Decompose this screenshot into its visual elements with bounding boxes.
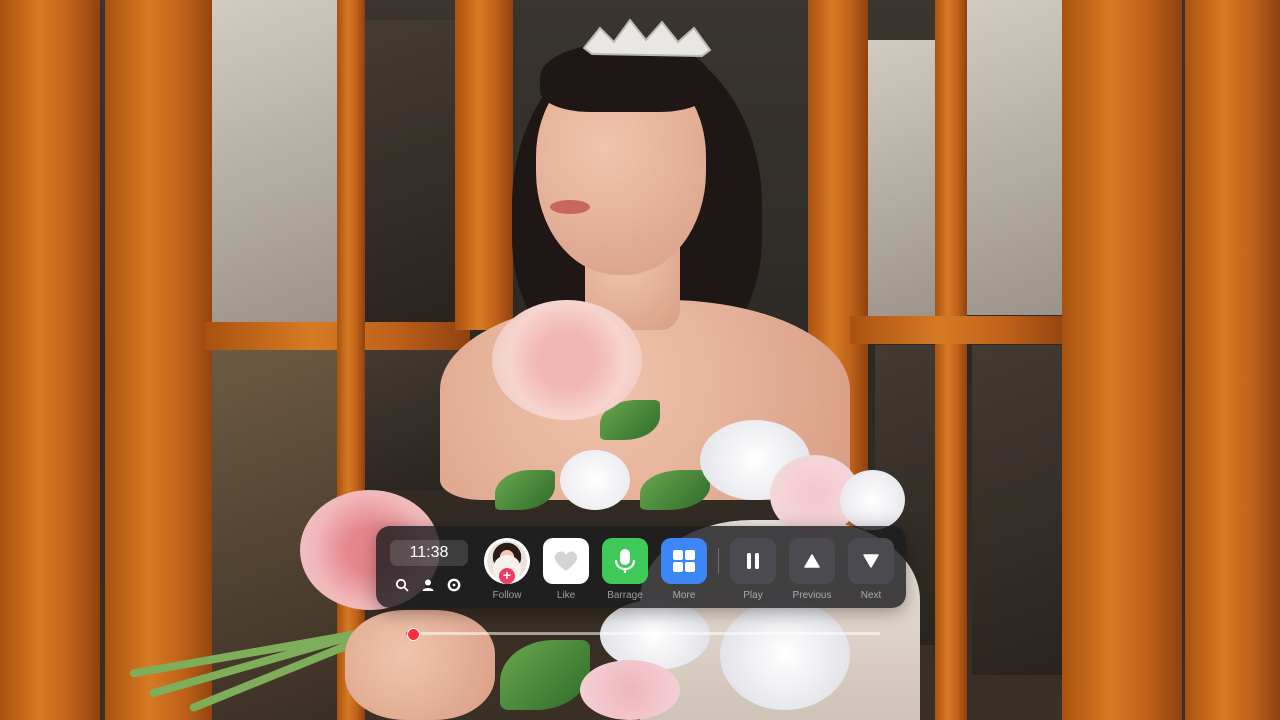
left-window-frame	[105, 0, 215, 720]
window-mullion	[935, 0, 967, 720]
barrage-button[interactable]	[602, 538, 648, 584]
triangle-down-icon	[863, 554, 879, 568]
white-flower	[600, 600, 710, 670]
left-door-frame	[0, 0, 100, 720]
previous-button[interactable]	[789, 538, 835, 584]
leaf	[500, 640, 590, 710]
triangle-up-icon	[804, 554, 820, 568]
pink-rose	[492, 300, 642, 420]
window-mullion	[337, 0, 365, 720]
next-button[interactable]	[848, 538, 894, 584]
white-flower	[560, 450, 630, 510]
video-frame	[0, 0, 1280, 720]
plus-icon: +	[499, 568, 515, 584]
more-button[interactable]	[661, 538, 707, 584]
pink-flower	[580, 660, 680, 720]
settings-icon[interactable]	[445, 576, 463, 594]
lips	[550, 200, 590, 214]
follow-button[interactable]: +	[484, 538, 530, 584]
window-frame-edge	[455, 0, 513, 330]
white-flower	[720, 600, 850, 710]
next-label: Next	[860, 590, 882, 601]
control-panel: 11:38 + Follow Like Barrage More Play Pr…	[376, 526, 906, 608]
window-pane	[212, 0, 337, 322]
tiara	[582, 18, 712, 58]
pause-icon	[747, 553, 759, 569]
search-icon[interactable]	[393, 576, 411, 594]
hand	[345, 610, 495, 720]
window-crossbar	[850, 316, 1070, 344]
window-pane	[972, 345, 1067, 675]
grid-icon	[673, 550, 695, 572]
clock: 11:38	[390, 540, 468, 566]
right-window-frame	[1062, 0, 1182, 720]
right-door-frame	[1185, 0, 1280, 720]
more-label: More	[672, 590, 696, 601]
microphone-icon	[614, 549, 636, 573]
divider	[718, 548, 719, 574]
window-pane	[364, 20, 459, 322]
white-flower	[840, 470, 905, 530]
like-button[interactable]	[543, 538, 589, 584]
progress-bar[interactable]	[406, 628, 880, 641]
user-icon[interactable]	[419, 576, 437, 594]
play-button[interactable]	[730, 538, 776, 584]
window-pane	[965, 0, 1065, 315]
heart-icon	[554, 551, 578, 571]
